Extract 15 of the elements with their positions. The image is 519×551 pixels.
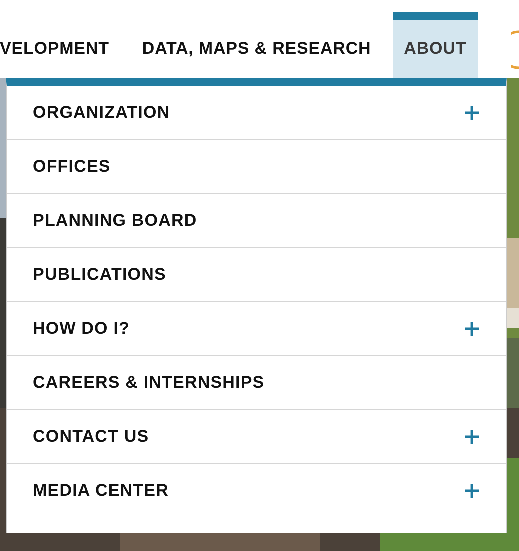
nav-link[interactable]: ABOUT <box>393 12 478 78</box>
nav-link[interactable]: DATA, MAPS & RESEARCH <box>126 12 388 78</box>
menu-item[interactable]: OFFICES <box>7 140 506 194</box>
menu-item[interactable]: PUBLICATIONS <box>7 248 506 302</box>
plus-icon[interactable] <box>464 320 480 336</box>
menu-item[interactable]: HOW DO I? <box>7 302 506 356</box>
menu-item[interactable]: CONTACT US <box>7 410 506 464</box>
plus-icon[interactable] <box>464 482 480 498</box>
menu-item[interactable]: MEDIA CENTER <box>7 464 506 517</box>
nav-link[interactable]: VELOPMENT <box>0 12 126 78</box>
menu-item[interactable]: CAREERS & INTERNSHIPS <box>7 356 506 410</box>
plus-icon[interactable] <box>464 428 480 444</box>
plus-icon[interactable] <box>464 104 480 120</box>
menu-item[interactable]: PLANNING BOARD <box>7 194 506 248</box>
menu-item[interactable]: ORGANIZATION <box>7 86 506 140</box>
